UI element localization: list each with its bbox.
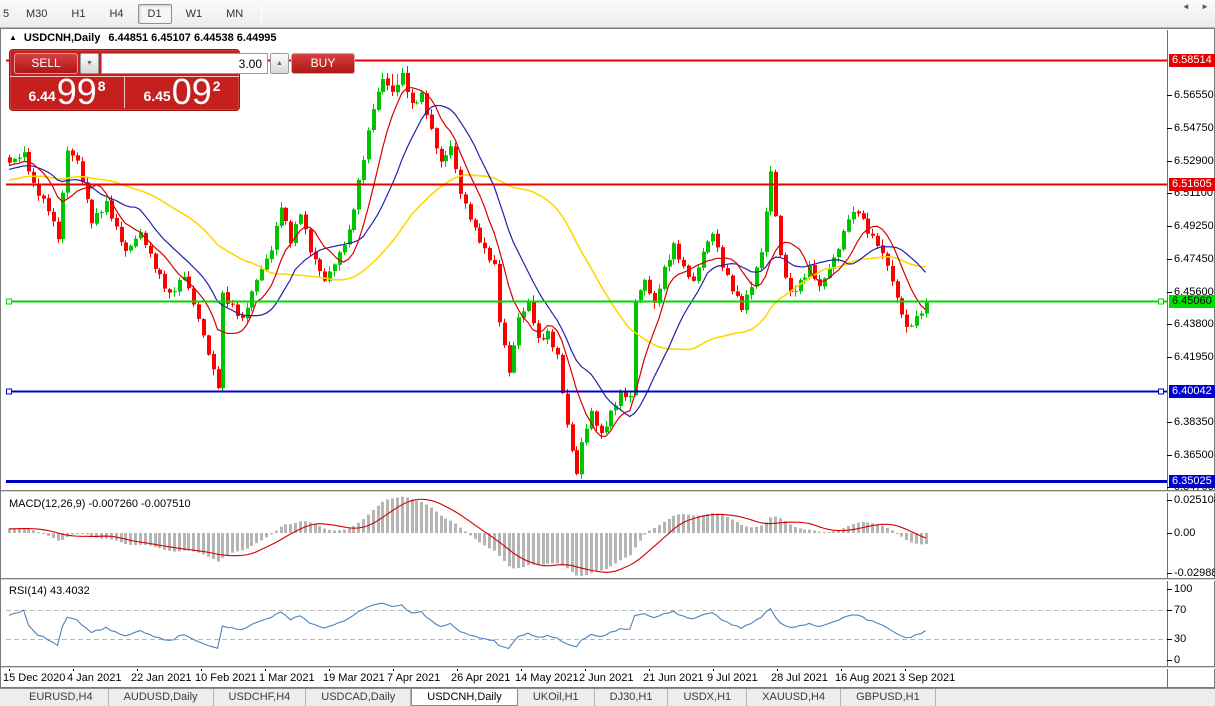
- macd-indicator-label: MACD(12,26,9) -0.007260 -0.007510: [9, 498, 191, 510]
- price-axis-tick: 6.49250: [1174, 220, 1214, 232]
- date-axis-label: 9 Jul 2021: [707, 672, 758, 684]
- price-axis-tick: 6.47450: [1174, 253, 1214, 265]
- chart-tab-usdchf-h4[interactable]: USDCHF,H4: [214, 689, 307, 706]
- date-axis-label: 16 Aug 2021: [835, 672, 897, 684]
- price-axis-tick: 6.36500: [1174, 449, 1214, 461]
- price-axis-tick: 6.43800: [1174, 318, 1214, 330]
- chart-window: ▲ USDCNH,Daily 6.44851 6.45107 6.44538 6.4…: [0, 28, 1215, 688]
- timeframe-button-m30[interactable]: M30: [16, 4, 57, 24]
- date-axis-label: 28 Jul 2021: [771, 672, 828, 684]
- volume-increase-button[interactable]: ▲: [270, 53, 289, 74]
- arrow-down-icon: ▼: [86, 60, 93, 67]
- chart-tab-xauusd-h4[interactable]: XAUUSD,H4: [747, 689, 841, 706]
- bid-price-big: 99: [57, 77, 97, 107]
- collapse-arrow-icon[interactable]: ▲: [9, 33, 17, 42]
- rsi-axis-tick: 30: [1174, 633, 1186, 645]
- price-axis-tick: 6.38350: [1174, 416, 1214, 428]
- rsi-axis-tick: 100: [1174, 583, 1192, 595]
- toolbar-separator: [261, 4, 262, 24]
- price-level-badge: 6.51605: [1169, 178, 1215, 191]
- ask-price-prefix: 6.45: [143, 88, 170, 104]
- timeframe-toolbar: 5M30H1H4D1W1MN: [0, 0, 1215, 28]
- chart-tab-dj30-h1[interactable]: DJ30,H1: [595, 689, 669, 706]
- ask-price-big: 09: [172, 77, 212, 107]
- chart-title: ▲ USDCNH,Daily 6.44851 6.45107 6.44538 6.4…: [9, 32, 277, 46]
- rsi-indicator-label: RSI(14) 43.4032: [9, 585, 90, 597]
- one-click-trading-panel: SELL ▼ ▲ BUY 6.44 99 8 6.45 09 2: [9, 49, 240, 111]
- price-axis-tick: 6.54750: [1174, 122, 1214, 134]
- price-level-badge: 6.45060: [1169, 295, 1215, 308]
- date-axis-label: 15 Dec 2020: [3, 672, 65, 684]
- rsi-axis-tick: 70: [1174, 604, 1186, 616]
- date-axis-label: 19 Mar 2021: [323, 672, 385, 684]
- bid-price-sup: 8: [98, 78, 106, 94]
- tab-scroll-buttons: ◄ ►: [1173, 2, 1209, 11]
- date-axis-label: 22 Jan 2021: [131, 672, 192, 684]
- price-level-badge: 6.58514: [1169, 54, 1215, 67]
- date-axis-label: 26 Apr 2021: [451, 672, 510, 684]
- timeframe-button-d1[interactable]: D1: [138, 4, 172, 24]
- rsi-axis-tick: 0: [1174, 654, 1180, 666]
- chart-tab-audusd-daily[interactable]: AUDUSD,Daily: [109, 689, 214, 706]
- timeframe-button-w1[interactable]: W1: [176, 4, 213, 24]
- timeframe-button-h4[interactable]: H4: [99, 4, 133, 24]
- timeframe-button-mn[interactable]: MN: [216, 4, 253, 24]
- date-axis-label: 4 Jan 2021: [67, 672, 121, 684]
- tab-scroll-left-icon[interactable]: ◄: [1182, 2, 1190, 11]
- date-axis-label: 1 Mar 2021: [259, 672, 315, 684]
- bid-price[interactable]: 6.44 99 8: [10, 77, 125, 108]
- macd-axis-tick: 0.00: [1174, 527, 1195, 539]
- panel-divider-dates[interactable]: [1, 666, 1215, 669]
- chart-tab-usdx-h1[interactable]: USDX,H1: [668, 689, 747, 706]
- chart-tab-ukoil-h1[interactable]: UKOil,H1: [518, 689, 595, 706]
- timeframe-button-h1[interactable]: H1: [61, 4, 95, 24]
- arrow-up-icon: ▲: [276, 60, 283, 67]
- macd-axis-tick: 0.025108: [1174, 494, 1215, 506]
- chart-symbol-label: USDCNH,Daily: [24, 32, 100, 44]
- chart-tab-bar: EURUSD,H4AUDUSD,DailyUSDCHF,H4USDCAD,Dai…: [0, 688, 1215, 706]
- bid-price-prefix: 6.44: [28, 88, 55, 104]
- price-axis-tick: 6.41950: [1174, 351, 1214, 363]
- chart-tab-gbpusd-h1[interactable]: GBPUSD,H1: [841, 689, 936, 706]
- price-axis-tick: 6.52900: [1174, 155, 1214, 167]
- date-axis-label: 2 Jun 2021: [579, 672, 633, 684]
- ask-price-sup: 2: [213, 78, 221, 94]
- ask-price[interactable]: 6.45 09 2: [125, 77, 239, 108]
- date-axis-label: 14 May 2021: [515, 672, 579, 684]
- date-axis-label: 10 Feb 2021: [195, 672, 257, 684]
- tab-scroll-right-icon[interactable]: ►: [1201, 2, 1209, 11]
- date-axis-label: 21 Jun 2021: [643, 672, 704, 684]
- chart-ohlc-values: 6.44851 6.45107 6.44538 6.44995: [108, 32, 276, 44]
- price-axis-tick: 6.56550: [1174, 89, 1214, 101]
- timeframe-button-5[interactable]: 5: [0, 4, 12, 24]
- date-axis-label: 3 Sep 2021: [899, 672, 955, 684]
- price-level-badge: 6.35025: [1169, 475, 1215, 488]
- chart-canvas[interactable]: [1, 29, 1215, 689]
- chart-tab-usdcnh-daily[interactable]: USDCNH,Daily: [411, 689, 518, 706]
- panel-divider-rsi[interactable]: [1, 578, 1215, 581]
- price-level-badge: 6.40042: [1169, 385, 1215, 398]
- date-axis-label: 7 Apr 2021: [387, 672, 440, 684]
- panel-divider-macd[interactable]: [1, 490, 1215, 493]
- chart-tab-eurusd-h4[interactable]: EURUSD,H4: [14, 689, 109, 706]
- buy-button[interactable]: BUY: [291, 53, 355, 74]
- chart-tab-usdcad-daily[interactable]: USDCAD,Daily: [306, 689, 411, 706]
